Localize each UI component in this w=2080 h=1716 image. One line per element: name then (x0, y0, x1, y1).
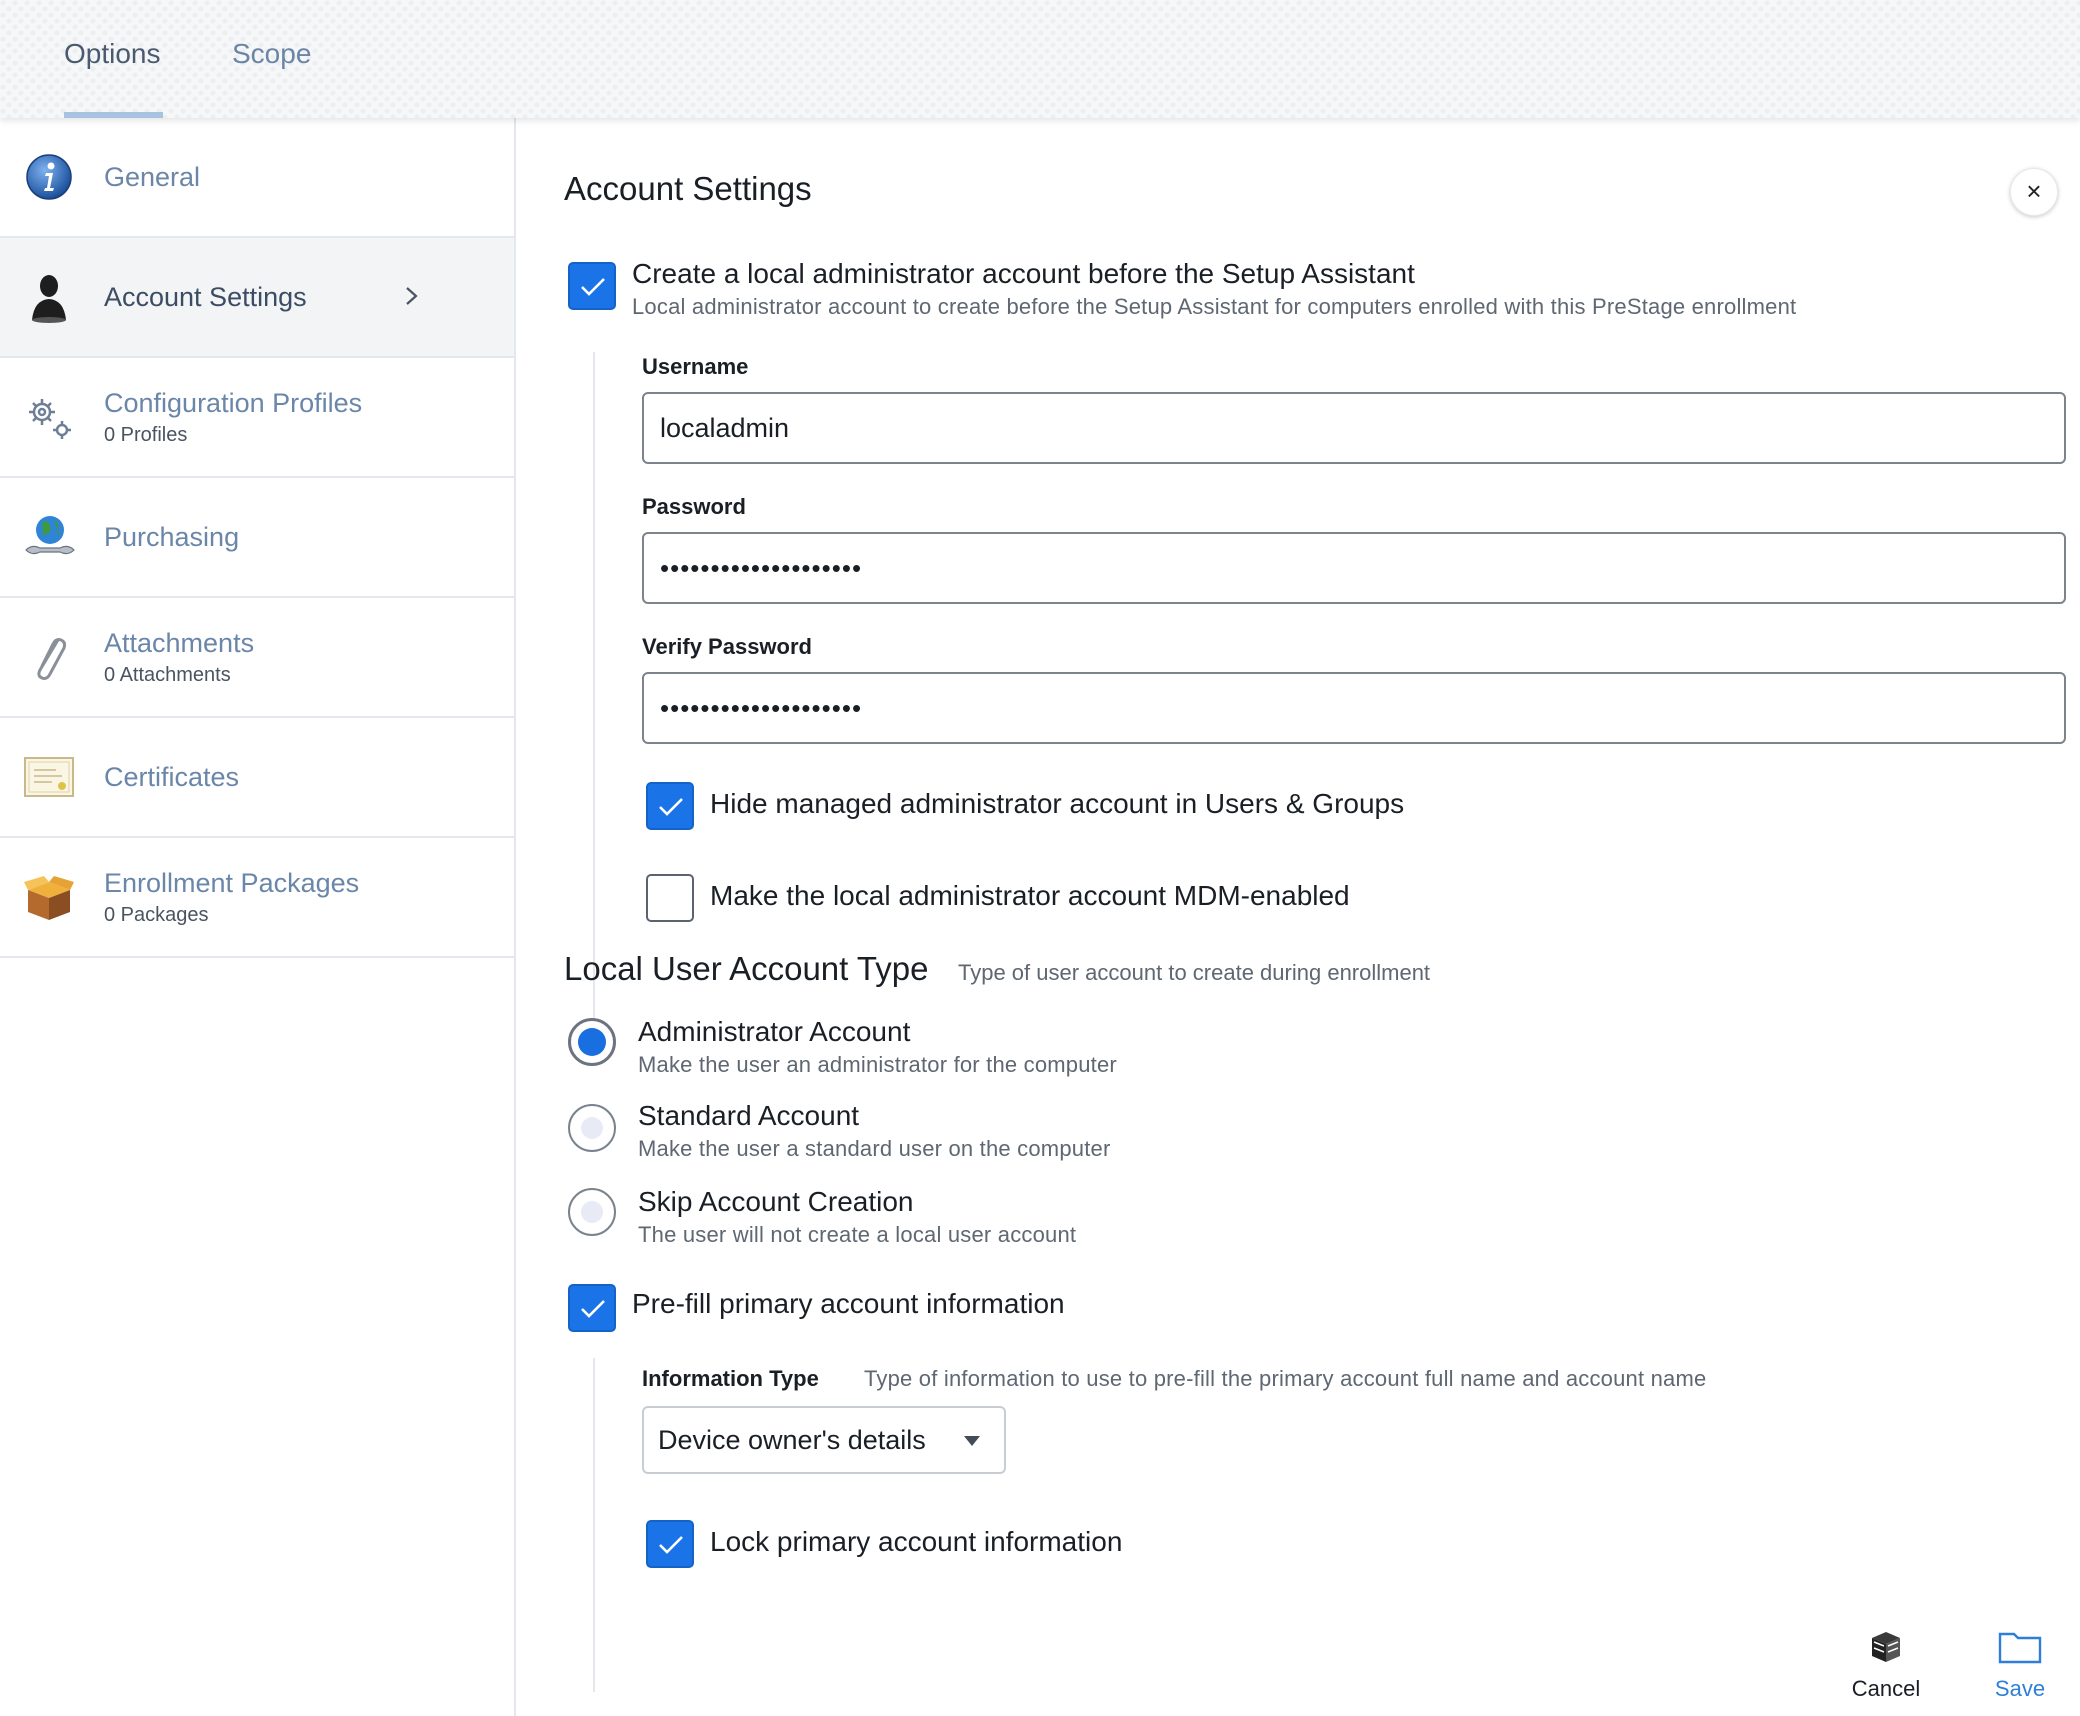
username-label: Username (642, 354, 749, 379)
prefill-label: Pre-fill primary account information (632, 1288, 1065, 1319)
verify-password-label: Verify Password (642, 634, 812, 659)
verify-password-input[interactable]: •••••••••••••••••••• (642, 672, 2066, 744)
info-icon (26, 154, 72, 200)
hide-admin-label: Hide managed administrator account in Us… (710, 788, 1405, 819)
sidebar-item-configuration-profiles[interactable]: Configuration Profiles 0 Profiles (0, 358, 514, 478)
sidebar-item-count: 0 Attachments (104, 664, 231, 686)
indent-guide (593, 352, 595, 1044)
main-panel: Account Settings × Create a local admini… (518, 118, 2080, 1716)
save-label: Save (1994, 1676, 2046, 1701)
sidebar: General Account Settings Configuration P… (0, 118, 516, 1716)
lock-primary-checkbox[interactable] (646, 1520, 694, 1568)
sidebar-item-count: 0 Profiles (104, 424, 188, 446)
sidebar-item-general[interactable]: General (0, 118, 514, 238)
caret-down-icon (964, 1436, 980, 1446)
create-admin-label: Create a local administrator account bef… (632, 258, 1415, 289)
radio-administrator-account[interactable] (568, 1018, 616, 1066)
mdm-enabled-label: Make the local administrator account MDM… (710, 880, 1350, 911)
information-type-value: Device owner's details (658, 1425, 926, 1455)
password-input[interactable]: •••••••••••••••••••• (642, 532, 2066, 604)
cancel-button[interactable]: Cancel (1826, 1626, 1946, 1702)
certificate-icon (24, 757, 74, 797)
tab-bar: Options Scope (0, 0, 2080, 118)
folder-icon (1998, 1632, 2042, 1664)
sidebar-item-label: Attachments (104, 628, 255, 658)
tab-scope[interactable]: Scope (232, 38, 311, 70)
sidebar-item-count: 0 Packages (104, 904, 209, 926)
sidebar-item-label: General (104, 162, 201, 192)
administrator-account-label: Administrator Account (638, 1016, 911, 1047)
globe-wrench-icon (25, 516, 75, 555)
sidebar-item-account-settings[interactable]: Account Settings (0, 238, 514, 358)
sidebar-item-label: Account Settings (104, 282, 307, 312)
username-input[interactable]: localadmin (642, 392, 2066, 464)
skip-account-label: Skip Account Creation (638, 1186, 914, 1217)
information-type-description: Type of information to use to pre-fill t… (864, 1366, 1707, 1391)
information-type-select[interactable]: Device owner's details (642, 1406, 1006, 1474)
account-type-title: Local User Account Type (564, 950, 929, 987)
tab-options[interactable]: Options (64, 38, 161, 70)
lock-primary-label: Lock primary account information (710, 1526, 1123, 1557)
mdm-enabled-checkbox[interactable] (646, 874, 694, 922)
chevron-right-icon (406, 287, 418, 305)
sidebar-item-purchasing[interactable]: Purchasing (0, 478, 514, 598)
checkmark-icon (659, 1536, 683, 1554)
standard-account-description: Make the user a standard user on the com… (638, 1136, 1111, 1161)
standard-account-label: Standard Account (638, 1100, 860, 1131)
checkmark-icon (581, 278, 605, 296)
hide-admin-checkbox[interactable] (646, 782, 694, 830)
sidebar-item-label: Configuration Profiles (104, 388, 363, 418)
checkmark-icon (581, 1300, 605, 1318)
sidebar-item-label: Enrollment Packages (104, 868, 360, 898)
radio-dot (581, 1201, 603, 1223)
user-silhouette-icon (32, 275, 66, 323)
paperclip-icon (37, 638, 67, 680)
gears-icon (29, 399, 71, 439)
close-button[interactable]: × (2010, 168, 2058, 216)
radio-skip-account-creation[interactable] (568, 1188, 616, 1236)
sidebar-item-label: Purchasing (104, 522, 240, 552)
sidebar-item-certificates[interactable]: Certificates (0, 718, 514, 838)
cancel-box-icon (1872, 1632, 1900, 1662)
radio-dot (581, 1117, 603, 1139)
radio-dot (578, 1028, 606, 1056)
information-type-label: Information Type (642, 1366, 819, 1391)
active-tab-indicator (64, 112, 163, 118)
create-admin-description: Local administrator account to create be… (632, 294, 1797, 319)
save-button[interactable]: Save (1972, 1626, 2068, 1702)
sidebar-item-attachments[interactable]: Attachments 0 Attachments (0, 598, 514, 718)
sidebar-item-label: Certificates (104, 762, 240, 792)
sidebar-item-enrollment-packages[interactable]: Enrollment Packages 0 Packages (0, 838, 514, 958)
administrator-account-description: Make the user an administrator for the c… (638, 1052, 1117, 1077)
indent-guide (593, 1358, 595, 1692)
account-type-description: Type of user account to create during en… (958, 960, 1431, 985)
page-title: Account Settings (564, 170, 812, 207)
prefill-checkbox[interactable] (568, 1284, 616, 1332)
checkmark-icon (659, 798, 683, 816)
cancel-label: Cancel (1851, 1676, 1921, 1701)
skip-account-description: The user will not create a local user ac… (638, 1222, 1077, 1247)
password-label: Password (642, 494, 746, 519)
package-box-icon (24, 876, 74, 920)
radio-standard-account[interactable] (568, 1104, 616, 1152)
create-admin-checkbox[interactable] (568, 262, 616, 310)
